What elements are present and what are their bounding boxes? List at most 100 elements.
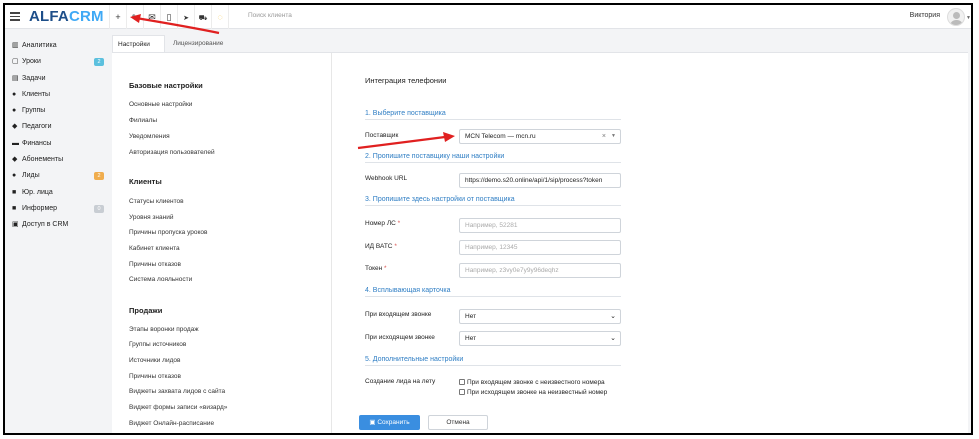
- step-4-title: 4. Всплывающая карточка: [365, 287, 621, 297]
- incoming-call-label: При входящем звонке: [365, 311, 432, 318]
- link-refusal-reasons[interactable]: Причины отказов: [129, 261, 181, 268]
- chevron-down-icon[interactable]: ⌄: [610, 310, 616, 323]
- sidebar-item-clients[interactable]: ● Клиенты: [12, 88, 104, 102]
- chevron-down-icon[interactable]: ▼: [611, 130, 616, 143]
- sidebar-item-teachers[interactable]: ◆ Педагоги: [12, 120, 104, 134]
- avatar[interactable]: [947, 8, 965, 26]
- sidebar-item-crm-access[interactable]: ▣ Доступ в CRM: [12, 218, 104, 232]
- step-3-title: 3. Пропишите здесь настройки от поставщи…: [365, 196, 621, 206]
- account-number-label: Номер ЛС *: [365, 220, 401, 227]
- chevron-down-icon[interactable]: ▼: [966, 15, 971, 21]
- link-branches[interactable]: Филиалы: [129, 117, 157, 124]
- menu-icon[interactable]: [10, 12, 20, 21]
- link-notifications[interactable]: Уведомления: [129, 133, 170, 140]
- sidebar-item-finance[interactable]: ▬ Финансы: [12, 137, 104, 151]
- step-1-title: 1. Выберите поставщика: [365, 110, 621, 120]
- link-lead-capture-widgets[interactable]: Виджеты захвата лидов с сайта: [129, 388, 225, 395]
- bell-icon: ◌: [217, 12, 223, 22]
- tab-licensing[interactable]: Лицензирование: [168, 35, 238, 53]
- provider-select[interactable]: MCN Telecom — mcn.ru × ▼: [459, 129, 621, 144]
- vats-id-label: ИД ВАТС *: [365, 243, 397, 250]
- webhook-label: Webhook URL: [365, 175, 408, 182]
- telegram-button[interactable]: ➤: [177, 5, 194, 29]
- incoming-call-select[interactable]: Нет ⌄: [459, 309, 621, 324]
- count-badge: 2: [94, 58, 104, 66]
- section-title-clients: Клиенты: [129, 177, 162, 186]
- phone-button[interactable]: ▯: [160, 5, 177, 29]
- mail-button[interactable]: ✉: [143, 5, 160, 29]
- link-schedule-widget[interactable]: Виджет Онлайн-расписание: [129, 420, 214, 427]
- graduation-icon: ◆: [12, 123, 18, 130]
- calendar-icon: ▢: [12, 58, 19, 65]
- briefcase-icon: ■: [12, 189, 17, 196]
- checkbox-box[interactable]: [459, 379, 465, 385]
- incoming-unknown-checkbox[interactable]: При входящем звонке с неизвестного номер…: [459, 379, 605, 386]
- step-5-title: 5. Дополнительные настройки: [365, 356, 621, 366]
- phone-icon: ▯: [166, 12, 172, 22]
- cart-icon: ⛟: [198, 15, 208, 22]
- count-badge: 0: [94, 205, 104, 213]
- wrench-icon: ✎: [131, 13, 139, 22]
- save-button[interactable]: ▣ Сохранить: [359, 415, 420, 430]
- link-refusal-reasons-sales[interactable]: Причины отказов: [129, 373, 181, 380]
- link-knowledge-levels[interactable]: Уровня знаний: [129, 214, 173, 221]
- plus-icon: +: [115, 12, 121, 22]
- count-badge: 2: [94, 172, 104, 180]
- checkbox-box[interactable]: [459, 389, 465, 395]
- settings-button[interactable]: ✎: [126, 5, 143, 29]
- sidebar-item-legal-entities[interactable]: ■ Юр. лица: [12, 186, 104, 200]
- client-search-input[interactable]: Поиск клиента: [248, 12, 292, 19]
- webhook-url-field[interactable]: https://demo.s20.online/api/1/sip/proces…: [459, 173, 621, 188]
- sidebar-item-tasks[interactable]: ▤ Задачи: [12, 72, 104, 86]
- toolbar-divider: [228, 5, 230, 29]
- user-name[interactable]: Виктория: [910, 12, 940, 19]
- sidebar: ▥ Аналитика ▢ Уроки 2 ▤ Задачи ● Клиенты ● Гру…: [5, 29, 108, 433]
- link-user-auth[interactable]: Авторизация пользователей: [129, 149, 215, 156]
- notifications-button[interactable]: ◌: [211, 5, 228, 29]
- sidebar-item-informer[interactable]: ■ Информер 0: [12, 202, 104, 216]
- tab-settings[interactable]: Настройки: [112, 35, 165, 53]
- add-button[interactable]: +: [109, 5, 126, 29]
- outgoing-call-select[interactable]: Нет ⌄: [459, 331, 621, 346]
- settings-menu: Базовые настройки Основные настройки Фил…: [112, 53, 332, 433]
- chart-icon: ▥: [12, 42, 19, 49]
- sidebar-item-groups[interactable]: ● Группы: [12, 104, 104, 118]
- link-absence-reasons[interactable]: Причины пропуска уроков: [129, 229, 208, 236]
- section-title-basic: Базовые настройки: [129, 81, 203, 90]
- logo[interactable]: ALFACRM: [29, 8, 104, 25]
- sidebar-item-leads[interactable]: ● Лиды 2: [12, 169, 104, 183]
- cancel-button[interactable]: Отмена: [428, 415, 488, 430]
- link-main-settings[interactable]: Основные настройки: [129, 101, 192, 108]
- app-window: ALFACRM + ✎ ✉ ▯ ➤ ⛟ ◌ Поиск клиента Викт…: [3, 3, 973, 435]
- step-2-title: 2. Пропишите поставщику наши настройки: [365, 153, 621, 163]
- account-number-field[interactable]: Например, 52281: [459, 218, 621, 233]
- informer-icon: ■: [12, 205, 17, 212]
- cart-button[interactable]: ⛟: [194, 5, 211, 29]
- chevron-down-icon[interactable]: ⌄: [610, 332, 616, 345]
- link-wizard-widget[interactable]: Виджет формы записи «визард»: [129, 404, 227, 411]
- outgoing-unknown-checkbox[interactable]: При исходящем звонке на неизвестный номе…: [459, 389, 607, 396]
- page-title: Интеграция телефонии: [365, 76, 447, 85]
- telegram-icon: ➤: [183, 15, 189, 22]
- user-icon: ●: [12, 91, 17, 98]
- sidebar-item-subscriptions[interactable]: ◆ Абонементы: [12, 153, 104, 167]
- link-sales-funnel[interactable]: Этапы воронки продаж: [129, 326, 199, 333]
- provider-label: Поставщик: [365, 132, 399, 139]
- clear-icon[interactable]: ×: [602, 130, 606, 143]
- token-field[interactable]: Например, z3vy0e7y9y96deqhz: [459, 263, 621, 278]
- link-source-groups[interactable]: Группы источников: [129, 341, 186, 348]
- sidebar-item-analytics[interactable]: ▥ Аналитика: [12, 39, 104, 53]
- link-client-statuses[interactable]: Статусы клиентов: [129, 198, 184, 205]
- token-label: Токен *: [365, 265, 387, 272]
- tag-icon: ◆: [12, 156, 18, 163]
- vats-id-field[interactable]: Например, 12345: [459, 240, 621, 255]
- outgoing-call-label: При исходящем звонке: [365, 334, 435, 341]
- money-icon: ▬: [12, 140, 19, 147]
- link-client-cabinet[interactable]: Кабинет клиента: [129, 245, 180, 252]
- top-bar: ALFACRM + ✎ ✉ ▯ ➤ ⛟ ◌ Поиск клиента Викт…: [5, 5, 971, 29]
- sidebar-item-lessons[interactable]: ▢ Уроки 2: [12, 55, 104, 69]
- settings-content: Базовые настройки Основные настройки Фил…: [112, 52, 968, 433]
- link-loyalty-system[interactable]: Система лояльности: [129, 276, 192, 283]
- link-lead-sources[interactable]: Источники лидов: [129, 357, 180, 364]
- mail-icon: ✉: [148, 12, 156, 22]
